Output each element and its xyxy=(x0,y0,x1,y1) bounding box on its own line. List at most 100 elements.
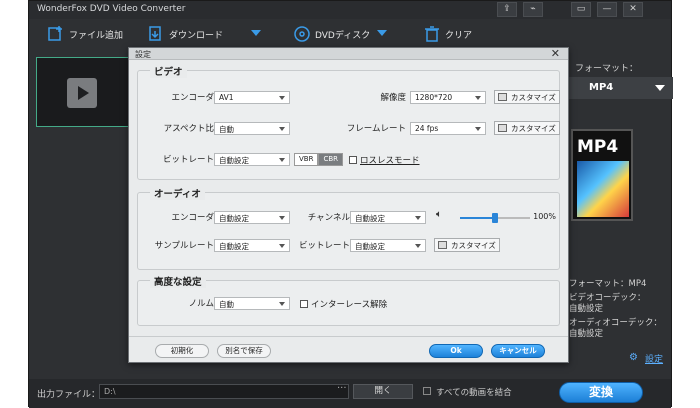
settings-dialog: 設定 ✕ ビデオ エンコーダ AV1 解像度 1280*720 カスタマイズ ア… xyxy=(128,47,569,363)
advanced-group: 高度な設定 ノルム 自動 インターレース解除 xyxy=(137,274,560,326)
audio-encoder-value: 自動設定 xyxy=(219,214,249,223)
vbr-button[interactable]: VBR xyxy=(294,153,319,166)
volume-icon[interactable]: 🔈︎ xyxy=(436,209,442,220)
save-as-button[interactable]: 別名で保存 xyxy=(217,344,271,358)
gear-icon[interactable]: ⚙ xyxy=(629,352,638,363)
channel-label: チャンネル xyxy=(307,213,350,223)
download-dropdown-icon[interactable] xyxy=(251,30,261,36)
download-button[interactable]: ダウンロード xyxy=(147,23,223,45)
edit-icon xyxy=(498,124,507,132)
norm-label: ノルム xyxy=(188,299,214,309)
minimize-button[interactable]: — xyxy=(597,2,617,17)
channel-select[interactable]: 自動設定 xyxy=(350,211,426,224)
aspect-ratio-value: 自動 xyxy=(219,125,234,134)
norm-select[interactable]: 自動 xyxy=(214,297,290,310)
resolution-value: 1280*720 xyxy=(415,93,453,102)
sample-rate-label: サンプルレート xyxy=(154,241,214,251)
aspect-ratio-label: アスペクト比 xyxy=(163,124,214,134)
volume-percent: 100% xyxy=(533,212,556,221)
dvd-disc-button[interactable]: DVDディスク xyxy=(293,23,370,45)
lossless-checkbox[interactable] xyxy=(349,156,357,164)
chevron-down-icon xyxy=(279,244,285,248)
video-customize-button[interactable]: カスタマイズ xyxy=(494,90,560,104)
audio-group: オーディオ エンコーダ 自動設定 チャンネル 自動設定 🔈︎ 100% サンプル… xyxy=(137,186,560,270)
close-window-button[interactable]: ✕ xyxy=(623,2,643,17)
output-file-label: 出力ファイル： xyxy=(37,390,101,400)
dialog-title-bar: 設定 ✕ xyxy=(129,47,568,60)
info-video-codec-value: 自動設定 xyxy=(569,304,604,314)
format-selector[interactable]: MP4 xyxy=(569,77,673,99)
video-encoder-label: エンコーダ xyxy=(171,93,214,103)
customize-label: カスタマイズ xyxy=(511,124,556,133)
upload-icon[interactable]: ⇪ xyxy=(497,2,517,17)
video-encoder-select[interactable]: AV1 xyxy=(214,91,290,104)
output-format-panel: フォーマット： MP4 MP4 フォーマット：MP4 ビデオコーデック： 自動設… xyxy=(569,57,673,377)
volume-slider-knob[interactable] xyxy=(492,213,498,223)
clear-label: クリア xyxy=(445,30,473,41)
resolution-select[interactable]: 1280*720 xyxy=(410,91,486,104)
cancel-button[interactable]: キャンセル xyxy=(491,344,545,358)
add-file-icon xyxy=(47,25,65,43)
browse-dots-button[interactable]: ··· xyxy=(337,383,347,394)
video-bitrate-value: 自動設定 xyxy=(219,156,249,165)
chevron-down-icon xyxy=(475,127,481,131)
frame-rate-label: フレームレート xyxy=(346,124,406,134)
deinterlace-label: インターレース解除 xyxy=(311,300,388,310)
dvd-disc-icon xyxy=(293,25,311,43)
sample-rate-select[interactable]: 自動設定 xyxy=(214,239,290,252)
title-bar: WonderFox DVD Video Converter ⇪ ⌁ ▭ — ✕ xyxy=(29,1,671,19)
audio-encoder-select[interactable]: 自動設定 xyxy=(214,211,290,224)
mp4-format-icon[interactable]: MP4 xyxy=(571,129,633,221)
dialog-title: 設定 xyxy=(135,50,151,59)
message-icon[interactable]: ▭ xyxy=(571,2,591,17)
chevron-down-icon xyxy=(279,158,285,162)
audio-bitrate-value: 自動設定 xyxy=(355,242,385,251)
volume-slider-fill xyxy=(460,217,495,219)
play-icon[interactable] xyxy=(67,78,97,108)
merge-label: すべての動画を結合 xyxy=(436,388,512,398)
dvd-dropdown-icon[interactable] xyxy=(377,30,387,36)
audio-encoder-label: エンコーダ xyxy=(171,213,214,223)
open-folder-button[interactable]: 開く xyxy=(353,384,413,399)
chevron-down-icon xyxy=(415,244,421,248)
frame-rate-value: 24 fps xyxy=(415,124,439,133)
edit-icon xyxy=(498,93,507,101)
chevron-down-icon xyxy=(279,302,285,306)
ok-button[interactable]: Ok xyxy=(429,344,483,358)
download-label: ダウンロード xyxy=(169,30,224,41)
audio-bitrate-select[interactable]: 自動設定 xyxy=(350,239,426,252)
output-path-field[interactable]: D:\ xyxy=(99,384,349,399)
info-format: フォーマット：MP4 xyxy=(569,279,647,289)
chevron-down-icon xyxy=(279,96,285,100)
frame-rate-select[interactable]: 24 fps xyxy=(410,122,486,135)
merge-checkbox[interactable] xyxy=(423,387,431,395)
convert-button[interactable]: 変換 xyxy=(559,382,643,403)
video-bitrate-select[interactable]: 自動設定 xyxy=(214,153,290,166)
mp4-icon-picture xyxy=(577,161,629,217)
video-preview[interactable] xyxy=(36,57,129,127)
trash-icon xyxy=(423,25,441,43)
chevron-down-icon xyxy=(655,85,665,91)
dialog-close-button[interactable]: ✕ xyxy=(551,47,560,60)
aspect-ratio-select[interactable]: 自動 xyxy=(214,122,290,135)
settings-link[interactable]: 設定 xyxy=(645,352,663,365)
chevron-down-icon xyxy=(475,96,481,100)
chevron-down-icon xyxy=(279,216,285,220)
add-file-button[interactable]: ファイル追加 xyxy=(47,23,123,45)
customize-label: カスタマイズ xyxy=(451,241,496,250)
deinterlace-checkbox[interactable] xyxy=(300,300,308,308)
reset-button[interactable]: 初期化 xyxy=(155,344,209,358)
clear-button[interactable]: クリア xyxy=(423,23,472,45)
main-toolbar: ファイル追加 ダウンロード DVDディスク クリア xyxy=(29,19,671,49)
cbr-button[interactable]: CBR xyxy=(318,153,344,166)
format-label: フォーマット： xyxy=(575,64,639,74)
connect-icon[interactable]: ⌁ xyxy=(523,2,543,17)
audio-customize-button[interactable]: カスタマイズ xyxy=(434,238,500,252)
lossless-label: ロスレスモード xyxy=(360,156,420,166)
framerate-customize-button[interactable]: カスタマイズ xyxy=(494,121,560,135)
mp4-icon-text: MP4 xyxy=(577,137,619,157)
chevron-down-icon xyxy=(415,216,421,220)
video-encoder-value: AV1 xyxy=(219,93,234,102)
bottom-bar: 出力ファイル： D:\ ··· 開く すべての動画を結合 変換 xyxy=(29,379,671,408)
video-group-title: ビデオ xyxy=(150,64,187,78)
